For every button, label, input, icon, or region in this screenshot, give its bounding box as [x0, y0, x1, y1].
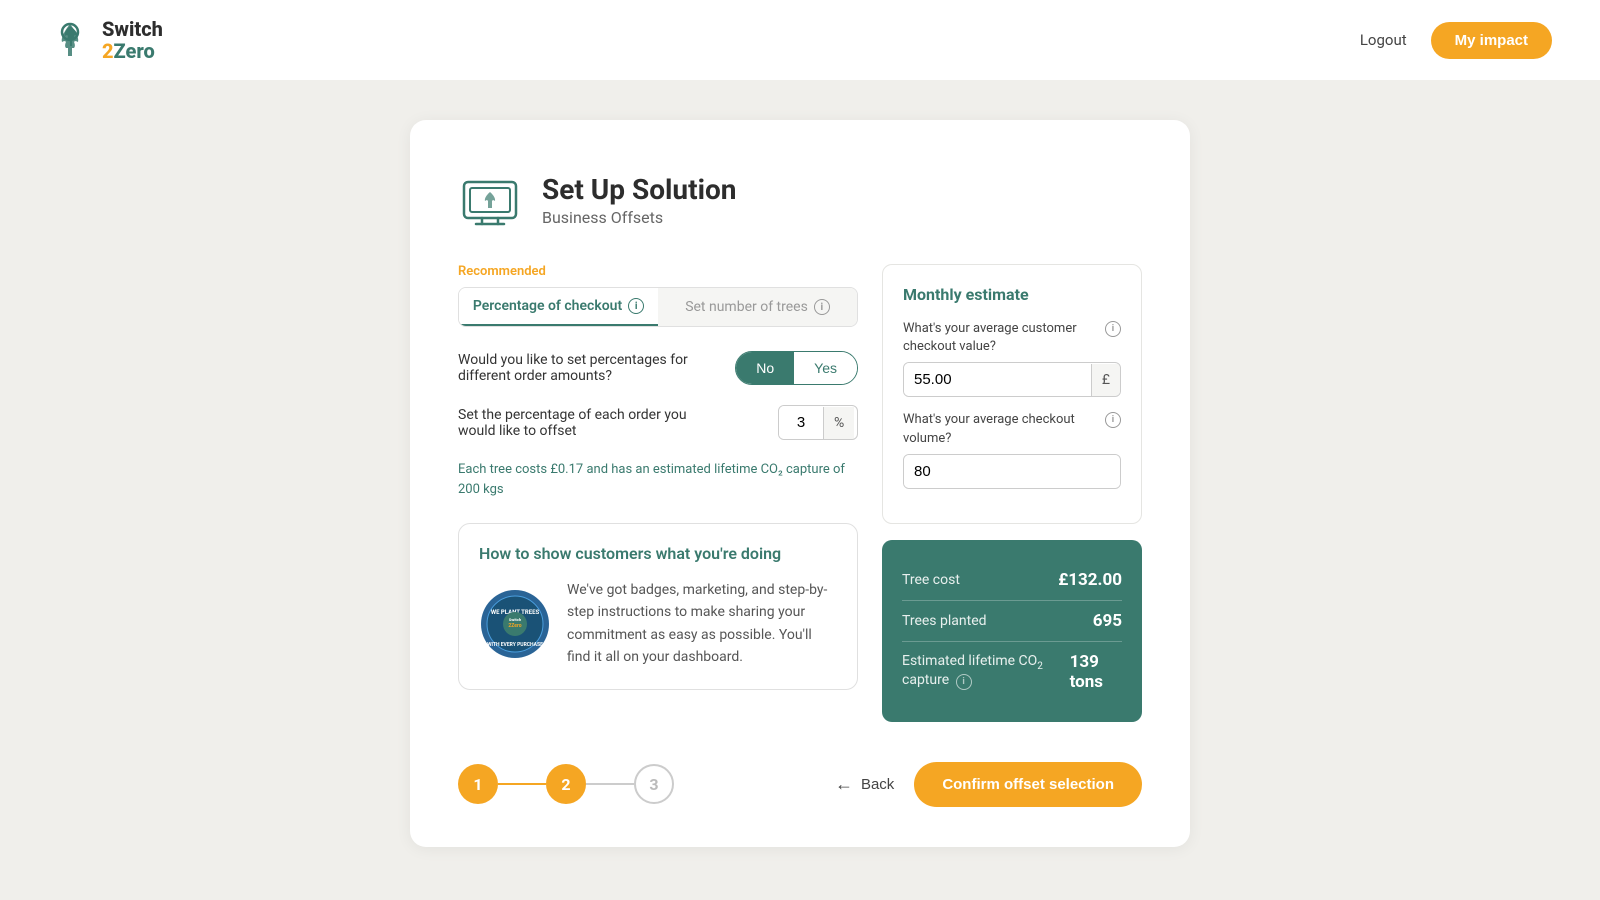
estimate-q1-label: What's your average customer checkout va… [903, 320, 1121, 356]
checkout-volume-input[interactable] [904, 455, 1120, 488]
checkout-value-symbol: £ [1091, 364, 1120, 396]
toggle-group: No Yes [735, 351, 858, 385]
co2-capture-value: 139 tons [1070, 652, 1122, 692]
tree-cost-value: £132.00 [1058, 570, 1122, 590]
footer-actions: ← Back Confirm offset selection [835, 762, 1142, 807]
right-column: Monthly estimate What's your average cus… [882, 264, 1142, 722]
card-header: Set Up Solution Business Offsets [458, 168, 1142, 232]
svg-text:2Zero: 2Zero [508, 623, 521, 629]
monthly-estimate-box: Monthly estimate What's your average cus… [882, 264, 1142, 524]
monthly-estimate-title: Monthly estimate [903, 285, 1121, 304]
svg-text:WITH EVERY PURCHASE: WITH EVERY PURCHASE [487, 642, 543, 648]
page-subtitle: Business Offsets [542, 208, 736, 227]
back-arrow-icon: ← [835, 774, 853, 795]
toggle-yes-button[interactable]: Yes [794, 352, 857, 384]
cost-info-text: Each tree costs £0.17 and has an estimat… [458, 460, 858, 499]
customers-box-title: How to show customers what you're doing [479, 544, 837, 563]
content-row: Recommended Percentage of checkout i Set… [458, 264, 1142, 722]
step-line-2 [586, 783, 634, 785]
logo-text: Switch 2Zero [102, 18, 163, 62]
tab-set-trees[interactable]: Set number of trees i [658, 288, 857, 326]
tree-cost-label: Tree cost [902, 572, 960, 588]
header: Switch 2Zero Logout My impact [0, 0, 1600, 80]
page-title: Set Up Solution [542, 173, 736, 206]
badge-image: WE PLANT TREES Switch 2Zero WITH EVERY P… [479, 588, 551, 660]
estimate-q2-row: What's your average checkout volume? i [903, 411, 1121, 488]
back-label: Back [861, 776, 894, 793]
form-q2-label: Set the percentage of each order you wou… [458, 407, 718, 439]
step-1: 1 [458, 764, 498, 804]
tab-percentage-info-icon[interactable]: i [628, 298, 644, 314]
form-row-q1: Would you like to set percentages for di… [458, 351, 858, 385]
co2-capture-row: Estimated lifetime CO2 capture i 139 ton… [902, 642, 1122, 702]
checkout-value-input-wrap: £ [903, 362, 1121, 397]
checkout-value-input[interactable] [904, 363, 1091, 396]
tab-set-trees-info-icon[interactable]: i [814, 299, 830, 315]
tree-cost-row: Tree cost £132.00 [902, 560, 1122, 601]
main-content: Set Up Solution Business Offsets Recomme… [0, 80, 1600, 887]
customers-box: How to show customers what you're doing … [458, 523, 858, 690]
summary-box: Tree cost £132.00 Trees planted 695 Esti… [882, 540, 1142, 722]
logo: Switch 2Zero [48, 18, 163, 62]
left-column: Recommended Percentage of checkout i Set… [458, 264, 858, 690]
header-nav: Logout My impact [1360, 22, 1552, 59]
toggle-no-button[interactable]: No [736, 352, 794, 384]
my-impact-button[interactable]: My impact [1431, 22, 1552, 59]
logo-icon [48, 18, 92, 62]
q1-info-icon[interactable]: i [1105, 321, 1121, 337]
percentage-input[interactable] [779, 406, 823, 439]
svg-text:Switch: Switch [509, 617, 522, 622]
stepper: 1 2 3 [458, 764, 674, 804]
form-q1-label: Would you like to set percentages for di… [458, 352, 718, 384]
footer: 1 2 3 ← Back Confirm offset selection [458, 762, 1142, 807]
card-title-area: Set Up Solution Business Offsets [542, 173, 736, 227]
co2-info-icon[interactable]: i [956, 674, 972, 690]
step-3: 3 [634, 764, 674, 804]
percentage-input-wrap: % [778, 405, 858, 440]
tab-percentage[interactable]: Percentage of checkout i [459, 288, 658, 326]
co2-subscript: 2 [1037, 661, 1043, 672]
customers-content: WE PLANT TREES Switch 2Zero WITH EVERY P… [479, 579, 837, 669]
setup-icon [458, 168, 522, 232]
form-row-q2: Set the percentage of each order you wou… [458, 405, 858, 440]
estimate-q1-row: What's your average customer checkout va… [903, 320, 1121, 397]
step-line-1 [498, 783, 546, 785]
trees-planted-value: 695 [1093, 611, 1122, 631]
percent-symbol: % [823, 407, 854, 439]
logout-link[interactable]: Logout [1360, 31, 1407, 49]
tabs: Percentage of checkout i Set number of t… [458, 287, 858, 327]
co2-capture-label: Estimated lifetime CO2 capture i [902, 653, 1070, 690]
trees-planted-row: Trees planted 695 [902, 601, 1122, 642]
main-card: Set Up Solution Business Offsets Recomme… [410, 120, 1190, 847]
back-button[interactable]: ← Back [835, 774, 894, 795]
tab-percentage-label: Percentage of checkout [473, 298, 622, 314]
q2-info-icon[interactable]: i [1105, 412, 1121, 428]
step-2: 2 [546, 764, 586, 804]
trees-planted-label: Trees planted [902, 613, 987, 629]
customers-body-text: We've got badges, marketing, and step-by… [567, 579, 837, 669]
confirm-offset-button[interactable]: Confirm offset selection [914, 762, 1142, 807]
tab-set-trees-label: Set number of trees [685, 299, 808, 315]
recommended-label: Recommended [458, 264, 858, 279]
checkout-volume-input-wrap [903, 454, 1121, 489]
estimate-q2-label: What's your average checkout volume? i [903, 411, 1121, 447]
